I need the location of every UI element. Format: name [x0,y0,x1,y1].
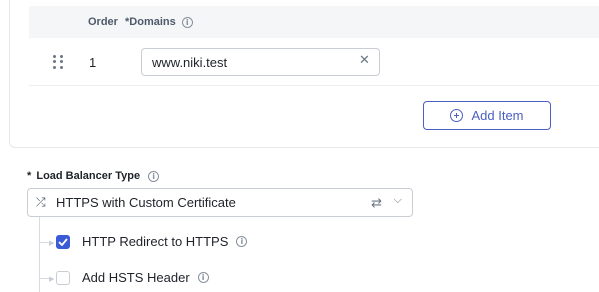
route-icon: ⤮ [36,195,46,209]
load-balancer-type-select[interactable]: ⤮ HTTPS with Custom Certificate ⇄ ⌵ [27,188,413,217]
tree-line [39,217,40,292]
selected-value: HTTPS with Custom Certificate [56,195,236,210]
row-order: 1 [89,55,97,70]
add-item-label: Add Item [471,108,524,123]
load-balancer-type-label: * Load Balancer Type i [27,170,160,182]
checkbox-unchecked[interactable] [56,270,70,285]
info-icon[interactable]: i [148,170,160,182]
tree-arrow-icon: ▶ [49,240,55,247]
info-icon[interactable]: i [197,272,209,283]
tree-arrow-icon: ▶ [49,276,55,283]
table-row: 1 www.niki.test ✕ [29,38,599,86]
load-balancer-label-text: Load Balancer Type [36,170,141,182]
swap-icon[interactable]: ⇄ [371,195,382,211]
required-mark: * [27,170,32,182]
drag-handle-icon[interactable] [53,55,63,69]
chevron-down-icon[interactable]: ⌵ [394,194,402,207]
column-header-domains-label: *Domains [125,16,176,28]
hsts-header-option[interactable]: Add HSTS Header i [56,270,209,285]
checkbox-checked[interactable] [56,234,70,249]
column-header-domains: *Domains i [125,16,193,28]
info-icon[interactable]: i [236,236,248,247]
add-item-button[interactable]: Add Item [423,101,551,130]
domain-input[interactable]: www.niki.test [141,48,380,76]
domains-table-header: Order *Domains i [29,6,599,38]
http-redirect-option[interactable]: HTTP Redirect to HTTPS i [56,234,248,249]
clear-icon[interactable]: ✕ [359,52,370,68]
hsts-header-label: Add HSTS Header [82,270,190,285]
page: Order *Domains i 1 www.niki.test ✕ Add I… [0,0,599,292]
http-redirect-label: HTTP Redirect to HTTPS [82,234,229,249]
column-header-order: Order [88,16,118,28]
plus-circle-icon [450,109,464,122]
info-icon[interactable]: i [181,16,193,28]
